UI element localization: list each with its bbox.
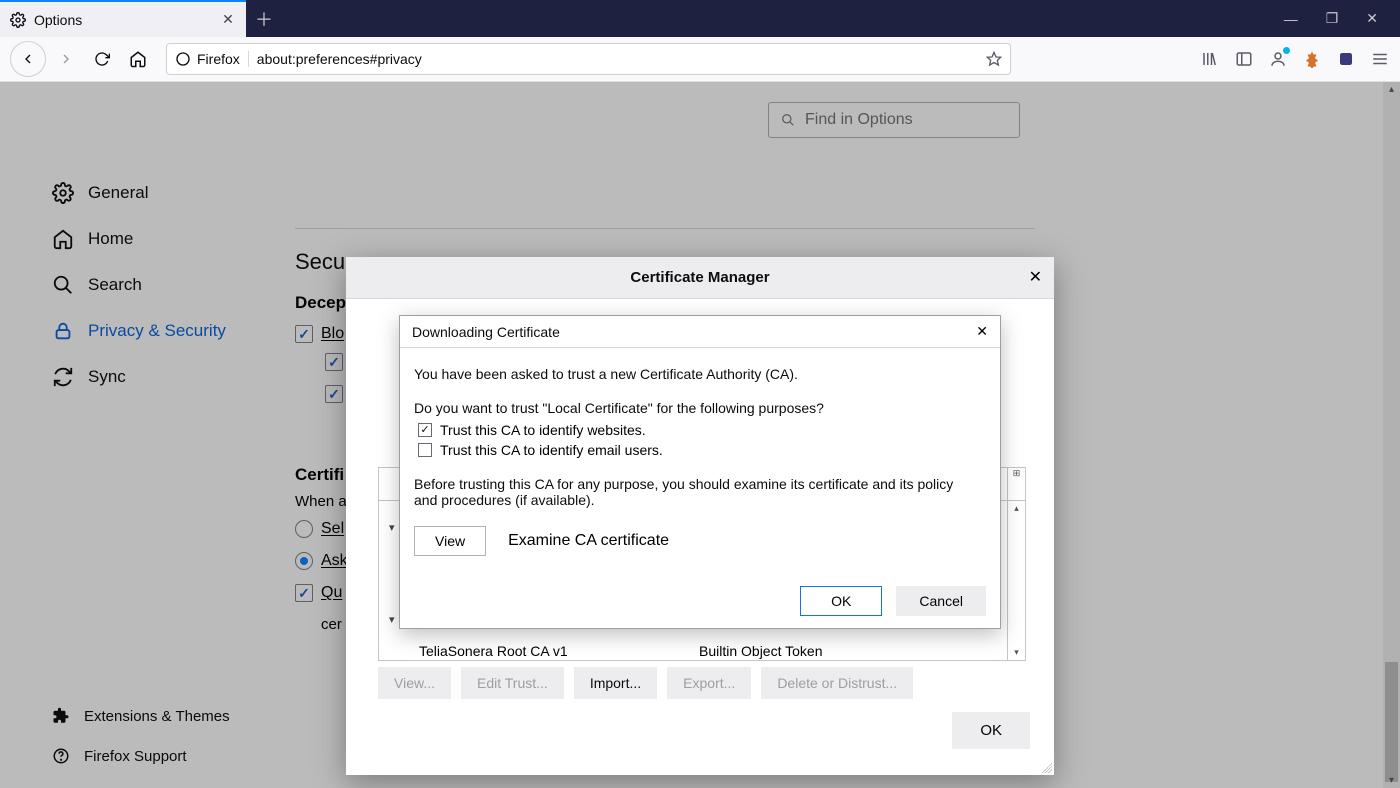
dlg-advice: Before trusting this CA for any purpose,…: [414, 476, 959, 508]
content: Find in Options General Home Search Priv…: [0, 82, 1400, 788]
identity-box[interactable]: Firefox: [175, 51, 249, 67]
account-icon[interactable]: [1268, 49, 1288, 69]
trust-websites-row: Trust this CA to identify websites.: [418, 422, 986, 438]
home-button[interactable]: [122, 43, 154, 75]
import-button[interactable]: Import...: [574, 667, 657, 699]
view-button[interactable]: View...: [378, 667, 451, 699]
extension-icon-1[interactable]: [1302, 49, 1322, 69]
resize-handle[interactable]: [1042, 763, 1052, 773]
dlg-body: You have been asked to trust a new Certi…: [400, 348, 1000, 566]
certmgr-ok-button[interactable]: OK: [952, 712, 1030, 749]
certmgr-header: Certificate Manager ✕: [346, 257, 1054, 299]
library-icon[interactable]: [1200, 49, 1220, 69]
bookmark-star-icon[interactable]: [986, 51, 1002, 67]
trust-email-label: Trust this CA to identify email users.: [440, 442, 663, 458]
minimize-icon[interactable]: —: [1284, 11, 1298, 27]
firefox-icon: [175, 51, 191, 67]
browser-tab[interactable]: Options ✕: [0, 0, 246, 37]
chevron-down-icon[interactable]: ▾: [389, 613, 395, 626]
ok-button[interactable]: OK: [800, 586, 882, 616]
scroll-down-icon[interactable]: ▾: [1014, 647, 1019, 658]
close-window-icon[interactable]: ✕: [1366, 10, 1378, 27]
dlg-header: Downloading Certificate ✕: [400, 316, 1000, 348]
trust-websites-label: Trust this CA to identify websites.: [440, 422, 646, 438]
export-button[interactable]: Export...: [667, 667, 751, 699]
navbar: Firefox about:preferences#privacy: [0, 37, 1400, 82]
cert-name: TeliaSonera Root CA v1: [419, 643, 568, 659]
dlg-footer: OK Cancel: [800, 586, 986, 616]
back-button[interactable]: [10, 41, 46, 77]
forward-button[interactable]: [50, 43, 82, 75]
window-controls: — ❐ ✕: [1284, 0, 1400, 37]
extension-icon-2[interactable]: [1336, 49, 1356, 69]
close-icon[interactable]: ✕: [220, 12, 236, 28]
new-tab-button[interactable]: ＋: [246, 0, 282, 37]
chevron-down-icon[interactable]: ▾: [389, 521, 395, 534]
dlg-title: Downloading Certificate: [412, 324, 560, 340]
toolbar-right: [1200, 49, 1390, 69]
url-text: about:preferences#privacy: [257, 51, 978, 67]
delete-distrust-button[interactable]: Delete or Distrust...: [761, 667, 913, 699]
columns-icon[interactable]: ⊞: [1013, 468, 1021, 479]
view-row: View Examine CA certificate: [414, 526, 986, 556]
table-scrollbar[interactable]: ▴▾: [1007, 501, 1025, 660]
examine-label: Examine CA certificate: [508, 532, 669, 550]
certmgr-title: Certificate Manager: [630, 269, 769, 286]
reload-button[interactable]: [86, 43, 118, 75]
tab-label: Options: [34, 12, 212, 28]
edit-trust-button[interactable]: Edit Trust...: [461, 667, 564, 699]
cancel-button[interactable]: Cancel: [896, 586, 986, 616]
dlg-intro: You have been asked to trust a new Certi…: [414, 366, 986, 382]
sidebar-icon[interactable]: [1234, 49, 1254, 69]
dlg-question: Do you want to trust "Local Certificate"…: [414, 400, 986, 416]
close-icon[interactable]: ✕: [1029, 267, 1042, 287]
gear-icon: [10, 12, 26, 28]
view-button[interactable]: View: [414, 526, 486, 556]
url-bar[interactable]: Firefox about:preferences#privacy: [166, 43, 1011, 75]
close-icon[interactable]: ✕: [976, 323, 988, 340]
identity-label: Firefox: [197, 51, 240, 67]
maximize-icon[interactable]: ❐: [1326, 10, 1339, 27]
titlebar: Options ✕ ＋ — ❐ ✕: [0, 0, 1400, 37]
trust-websites-checkbox[interactable]: [418, 423, 432, 437]
trust-email-row: Trust this CA to identify email users.: [418, 442, 986, 458]
scroll-up-icon[interactable]: ▴: [1014, 503, 1019, 514]
trust-email-checkbox[interactable]: [418, 443, 432, 457]
menu-icon[interactable]: [1370, 49, 1390, 69]
certmgr-buttons: View... Edit Trust... Import... Export..…: [378, 667, 913, 699]
downloading-certificate-dialog: Downloading Certificate ✕ You have been …: [399, 315, 1001, 629]
cert-token: Builtin Object Token: [699, 643, 822, 659]
